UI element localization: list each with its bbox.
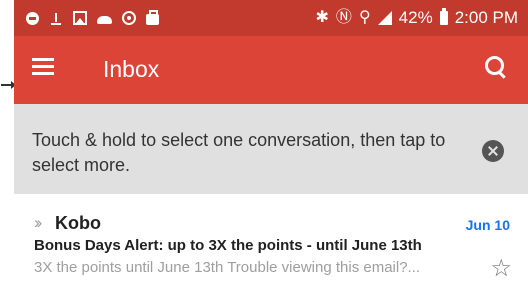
toolbar-title: Inbox <box>103 56 160 82</box>
status-left-icons <box>26 10 159 26</box>
clock: 2:00 PM <box>454 8 518 27</box>
email-snippet: 3X the points until June 13th Trouble vi… <box>34 259 421 276</box>
tip-text: Touch & hold to select one conversation,… <box>32 130 446 175</box>
phone-screen: ✱ Ⓝ ⚲ 42% 2:00 PM Inbox Touch & hold to … <box>14 0 528 301</box>
tip-banner: Touch & hold to select one conversation,… <box>14 104 528 194</box>
image-icon <box>73 11 87 25</box>
left-gutter <box>0 0 16 301</box>
importance-marker-icon: ›› <box>34 213 43 232</box>
pointer-arrow-icon <box>1 81 16 89</box>
bluetooth-icon: ✱ <box>315 9 329 26</box>
close-icon[interactable] <box>482 140 504 162</box>
nfc-icon: Ⓝ <box>335 9 352 26</box>
email-date: Jun 10 <box>465 217 510 233</box>
battery-percent: 42% <box>398 8 433 27</box>
bag-icon <box>146 10 159 25</box>
star-icon[interactable]: ☆ <box>490 256 512 282</box>
upload-icon <box>49 11 63 25</box>
location-icon <box>122 11 136 25</box>
app-toolbar: Inbox <box>14 36 528 104</box>
wifi-icon: ⚲ <box>358 9 371 26</box>
notification-icon <box>26 11 39 25</box>
email-subject: Bonus Days Alert: up to 3X the points - … <box>34 237 422 254</box>
signal-icon <box>377 11 392 25</box>
status-bar: ✱ Ⓝ ⚲ 42% 2:00 PM <box>14 0 528 36</box>
status-right: ✱ Ⓝ ⚲ 42% 2:00 PM <box>316 7 518 29</box>
search-icon[interactable] <box>484 55 510 81</box>
menu-icon[interactable] <box>32 58 54 76</box>
email-sender: Kobo <box>55 213 101 233</box>
list-item[interactable]: ›› Kobo Jun 10 Bonus Days Alert: up to 3… <box>14 194 528 301</box>
battery-icon <box>439 8 448 25</box>
cloud-icon <box>97 15 112 24</box>
